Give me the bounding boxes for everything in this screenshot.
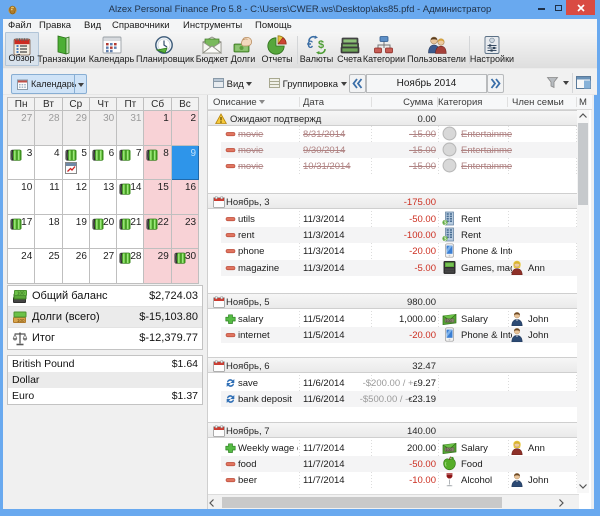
- svg-text:100: 100: [17, 291, 25, 296]
- svg-text:100: 100: [446, 448, 452, 452]
- svg-text:$: $: [444, 220, 447, 226]
- svg-text:$: $: [318, 39, 324, 51]
- svg-text:$: $: [444, 237, 447, 243]
- svg-text:100: 100: [446, 319, 452, 323]
- svg-text:100: 100: [17, 318, 25, 323]
- svg-text:€: €: [307, 39, 313, 51]
